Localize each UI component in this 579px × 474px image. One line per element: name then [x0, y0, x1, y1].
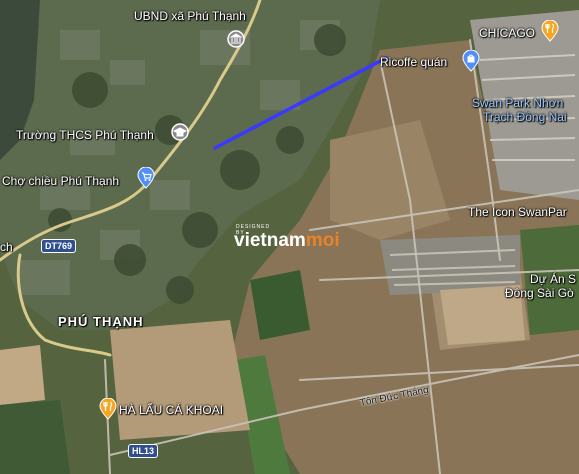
watermark-brand-accent: moi — [305, 230, 340, 251]
school-icon[interactable] — [170, 122, 190, 142]
area-label-phuthanh: PHÚ THẠNH — [58, 314, 144, 329]
place-label-ubnd[interactable]: UBND xã Phú Thạnh — [134, 9, 246, 23]
government-building-icon[interactable] — [226, 29, 246, 49]
shopping-cart-icon[interactable] — [136, 167, 156, 189]
place-label-duan-line2[interactable]: Đông Sài Gò — [505, 286, 574, 300]
place-label-theicon[interactable]: The Icon SwanPar — [468, 205, 567, 219]
restaurant-icon-halau[interactable] — [98, 398, 118, 420]
watermark-brand: vietnammoi — [234, 230, 340, 252]
shopping-bag-icon[interactable] — [461, 50, 481, 72]
place-label-ricoffe[interactable]: Ricoffe quán — [380, 55, 447, 69]
place-label-truong[interactable]: Trường THCS Phú Thạnh — [16, 128, 154, 142]
watermark-brand-main: vietnam — [234, 230, 306, 251]
place-label-halau[interactable]: HÀ LẨU CÁ KHOAI — [119, 403, 223, 417]
road-shield-dt769: DT769 — [41, 239, 77, 253]
road-shield-hl13: HL13 — [128, 444, 159, 458]
farmland — [110, 320, 250, 440]
place-label-swanpark-line2[interactable]: Trạch Đồng Nai — [483, 110, 567, 124]
place-label-swanpark-line1[interactable]: Swan Park Nhơn — [472, 96, 563, 110]
place-label-duan-line1[interactable]: Dự Án S — [530, 272, 576, 286]
place-label-edge: ch — [0, 240, 13, 254]
place-label-cho[interactable]: Chợ chiều Phú Thạnh — [2, 174, 119, 188]
restaurant-icon[interactable] — [540, 20, 560, 42]
place-label-chicago[interactable]: CHICAGO — [479, 26, 535, 40]
